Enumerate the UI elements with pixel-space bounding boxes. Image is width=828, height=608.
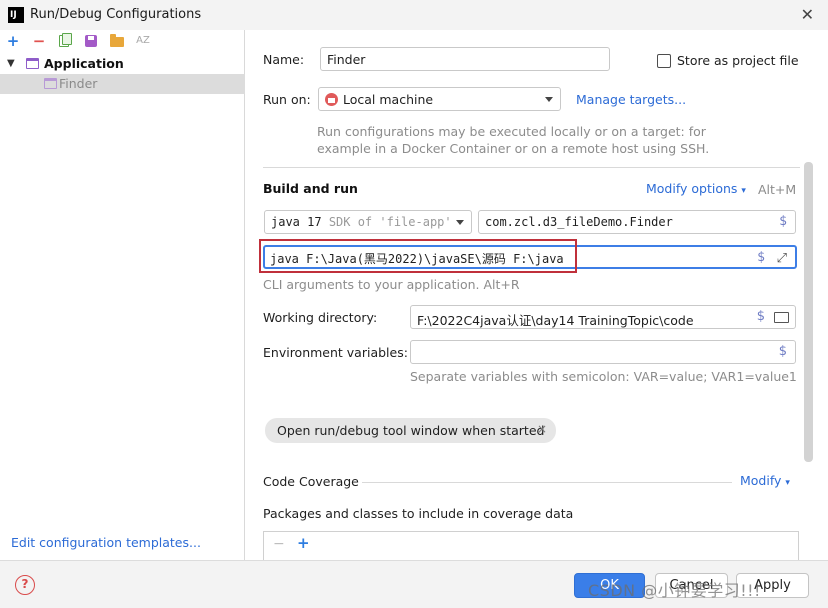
working-directory-field[interactable]: F:\2022C4java认证\day14 TrainingTopic\code… — [410, 305, 796, 329]
save-configuration-icon[interactable] — [83, 33, 99, 49]
modify-options-shortcut: Alt+M — [758, 182, 797, 197]
chevron-down-icon — [545, 97, 553, 102]
store-project-checkbox[interactable] — [657, 54, 671, 68]
annotation-highlight-box — [259, 239, 577, 273]
watermark: CSDN @小钟要学习!!! — [588, 581, 761, 600]
sort-alphabetically-icon[interactable]: AZ — [135, 33, 151, 49]
run-on-hint-line1: Run configurations may be executed local… — [317, 124, 706, 139]
expand-icon[interactable]: ⤢ — [777, 251, 787, 266]
chip-label: Open run/debug tool window when started — [277, 423, 545, 438]
name-field[interactable]: Finder — [320, 47, 610, 71]
run-on-label: Run on: — [263, 92, 311, 107]
copy-configuration-icon[interactable] — [57, 33, 73, 49]
macro-dollar-icon[interactable]: $ — [779, 344, 787, 359]
name-label: Name: — [263, 52, 305, 67]
window-title: Run/Debug Configurations — [30, 7, 202, 22]
working-directory-value: F:\2022C4java认证\day14 TrainingTopic\code — [417, 313, 694, 328]
local-machine-icon — [325, 93, 338, 106]
macro-dollar-icon[interactable]: $ — [757, 250, 765, 265]
move-into-folder-icon[interactable] — [109, 33, 125, 49]
main-class-field[interactable]: com.zcl.d3_fileDemo.Finder $ — [478, 210, 796, 234]
remove-configuration-icon[interactable]: − — [31, 33, 47, 49]
tree-group-application[interactable]: ▼ Application — [0, 54, 245, 74]
jdk-detail: SDK of 'file-app' — [328, 215, 452, 229]
macro-dollar-icon[interactable]: $ — [779, 214, 787, 229]
environment-variables-label: Environment variables: — [263, 345, 408, 360]
main-class-value: com.zcl.d3_fileDemo.Finder — [485, 215, 673, 229]
open-tool-window-chip[interactable]: Open run/debug tool window when started … — [265, 418, 556, 443]
jdk-select[interactable]: java 17 SDK of 'file-app' — [264, 210, 472, 234]
arguments-hint: CLI arguments to your application. Alt+R — [263, 277, 520, 292]
close-icon[interactable]: ✕ — [801, 5, 814, 24]
application-icon — [26, 58, 39, 69]
coverage-packages-table: − + — [263, 531, 799, 560]
title-bar: IJ Run/Debug Configurations ✕ — [0, 0, 828, 30]
remove-pattern-icon[interactable]: − — [273, 536, 285, 552]
configurations-toolbar: + − AZ — [0, 30, 245, 54]
environment-variables-field[interactable]: $ — [410, 340, 796, 364]
form-scrollbar[interactable] — [804, 162, 813, 462]
coverage-modify-link[interactable]: Modify ▾ — [740, 473, 790, 488]
run-on-value: Local machine — [343, 92, 434, 107]
build-run-title: Build and run — [263, 181, 358, 196]
manage-targets-link[interactable]: Manage targets... — [576, 92, 686, 107]
store-project-label: Store as project file — [677, 53, 799, 68]
section-divider — [263, 167, 800, 168]
macro-dollar-icon[interactable]: $ — [757, 309, 765, 324]
add-pattern-icon[interactable]: + — [297, 534, 310, 552]
jdk-version: java 17 — [271, 215, 322, 229]
tree-item-finder[interactable]: Finder — [0, 74, 245, 94]
chevron-down-icon — [456, 220, 464, 225]
edit-templates-link[interactable]: Edit configuration templates... — [11, 535, 201, 550]
working-directory-label: Working directory: — [263, 310, 378, 325]
run-on-hint-line2: example in a Docker Container or on a re… — [317, 141, 710, 156]
tree-item-label: Finder — [59, 76, 98, 91]
code-coverage-title: Code Coverage — [263, 474, 359, 489]
browse-folder-icon[interactable] — [774, 312, 789, 323]
coverage-packages-label: Packages and classes to include in cover… — [263, 506, 574, 521]
modify-options-link[interactable]: Modify options ▾ — [646, 181, 746, 196]
coverage-divider — [362, 482, 732, 483]
dialog-button-bar: ? OK Cancel Apply CSDN @小钟要学习!!! — [0, 560, 828, 608]
run-on-select[interactable]: Local machine — [318, 87, 561, 111]
tree-group-label: Application — [44, 56, 124, 71]
name-value: Finder — [327, 52, 366, 67]
configurations-panel: + − AZ ▼ Application Finder Edit configu… — [0, 30, 245, 560]
remove-chip-icon[interactable]: × — [537, 422, 547, 436]
environment-variables-hint: Separate variables with semicolon: VAR=v… — [410, 369, 797, 384]
intellij-logo-icon: IJ — [8, 7, 24, 23]
chevron-down-icon[interactable]: ▼ — [7, 58, 15, 69]
add-configuration-icon[interactable]: + — [5, 33, 21, 49]
help-icon[interactable]: ? — [15, 575, 35, 595]
application-icon — [44, 78, 57, 89]
